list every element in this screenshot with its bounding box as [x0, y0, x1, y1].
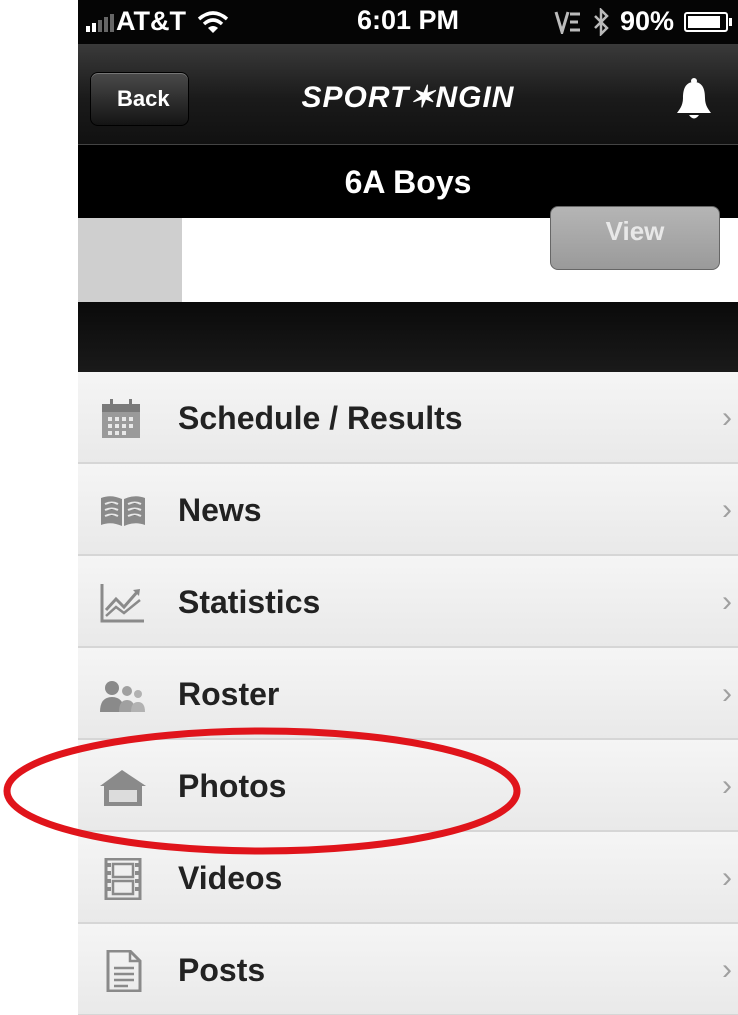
chevron-right-icon: ›: [722, 677, 732, 710]
menu-item-label: News: [178, 492, 262, 528]
menu-item-photos[interactable]: Photos ›: [78, 740, 738, 832]
menu-item-schedule-results[interactable]: Schedule / Results ›: [78, 372, 738, 464]
phone-screen: AT&T 6:01 PM 90% Back SPORT✶NGIN 6A Boys…: [78, 0, 738, 1015]
team-menu: Schedule / Results › News › Statistics ›…: [78, 372, 738, 1015]
content-card: View: [78, 206, 738, 302]
people-icon: [100, 681, 145, 712]
menu-item-videos[interactable]: Videos ›: [78, 832, 738, 924]
view-button[interactable]: View: [550, 206, 720, 270]
section-divider: [78, 302, 738, 372]
battery-icon: [684, 11, 732, 32]
menu-item-label: Posts: [178, 952, 266, 988]
sportngin-logo: SPORT✶NGIN: [301, 81, 515, 114]
bell-icon[interactable]: [674, 78, 714, 122]
menu-item-label: Schedule / Results: [178, 400, 463, 436]
menu-item-news[interactable]: News ›: [78, 464, 738, 556]
status-bar: AT&T 6:01 PM 90%: [78, 0, 738, 44]
status-right: 90%: [554, 6, 732, 37]
navigation-bar: Back SPORT✶NGIN: [78, 44, 738, 144]
menu-item-label: Statistics: [178, 584, 321, 620]
menu-item-label: Roster: [178, 676, 280, 712]
chart-icon: [100, 584, 144, 623]
photo-icon: [100, 770, 146, 806]
chevron-right-icon: ›: [722, 953, 732, 986]
chevron-right-icon: ›: [722, 585, 732, 618]
chevron-right-icon: ›: [722, 493, 732, 526]
battery-percent: 90%: [619, 6, 674, 36]
app-status-icon: [554, 11, 580, 34]
menu-item-roster[interactable]: Roster ›: [78, 648, 738, 740]
menu-item-label: Photos: [178, 768, 287, 804]
calendar-icon: [102, 399, 140, 438]
card-thumbnail: [78, 218, 182, 302]
document-icon: [106, 950, 142, 992]
menu-item-label: Videos: [178, 860, 283, 896]
chevron-right-icon: ›: [722, 401, 732, 434]
menu-item-posts[interactable]: Posts ›: [78, 924, 738, 1015]
chevron-right-icon: ›: [722, 769, 732, 802]
menu-item-statistics[interactable]: Statistics ›: [78, 556, 738, 648]
chevron-right-icon: ›: [722, 861, 732, 894]
book-icon: [101, 496, 145, 526]
bluetooth-icon: [594, 7, 609, 36]
film-icon: [104, 858, 142, 900]
